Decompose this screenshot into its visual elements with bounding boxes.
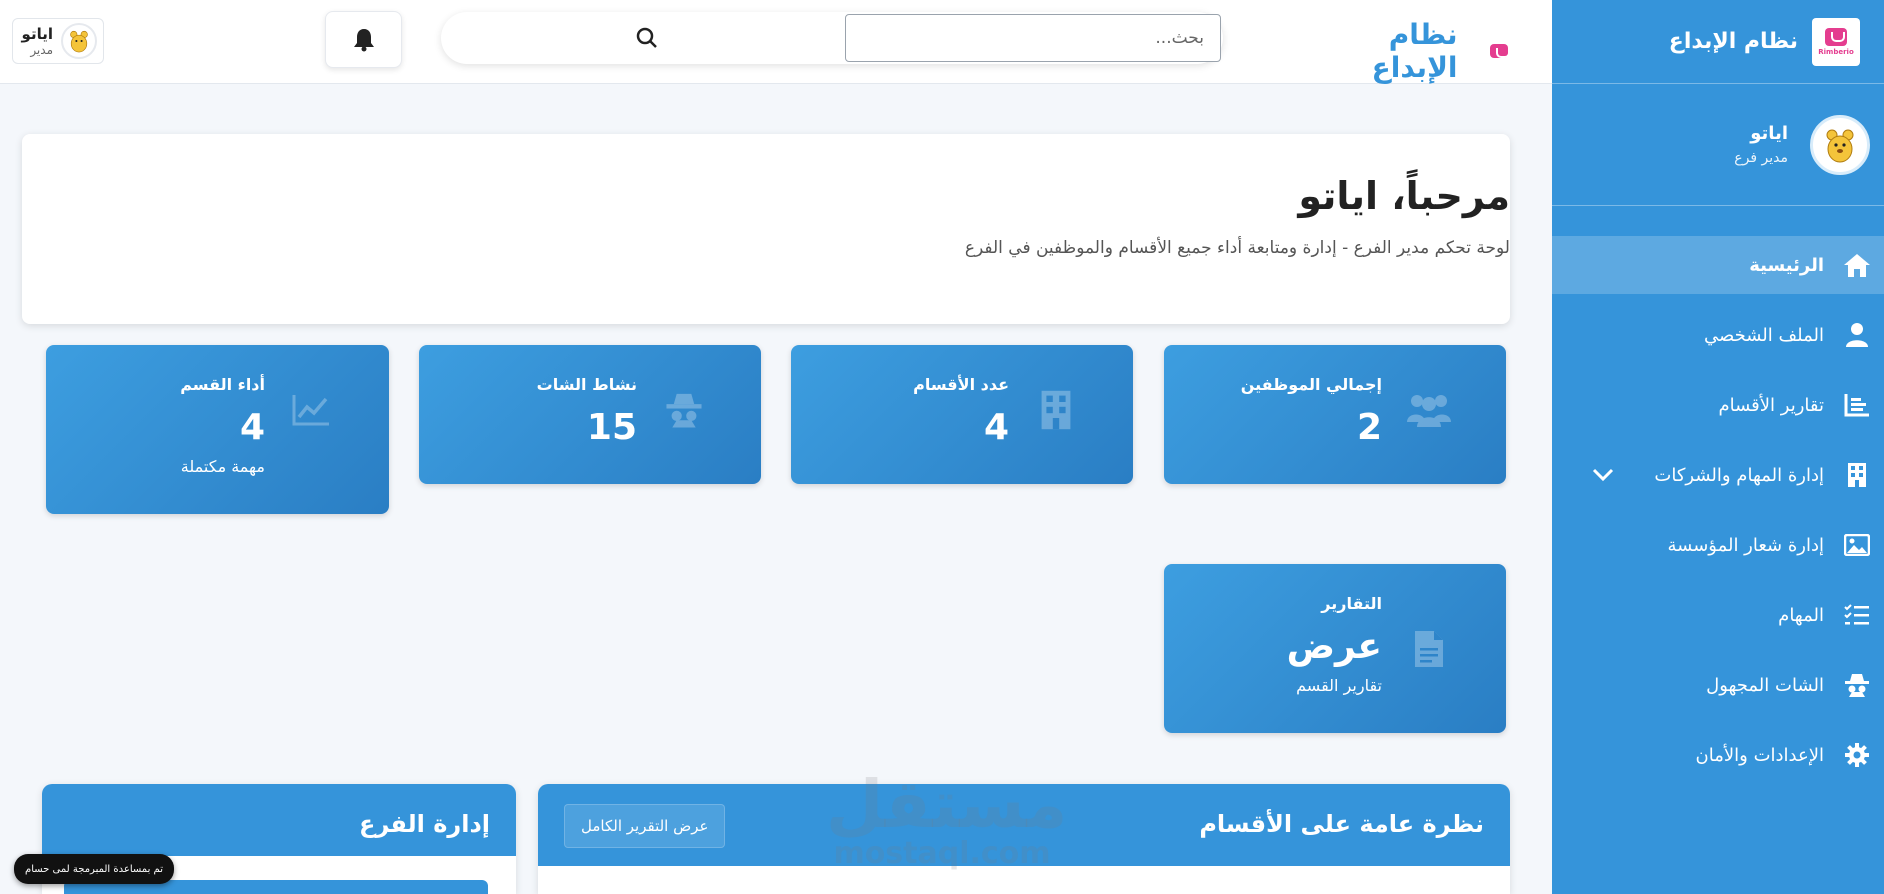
- stat-value: 4: [239, 407, 265, 448]
- view-full-report-button[interactable]: عرض التقرير الكامل: [564, 804, 726, 848]
- search-bar: [441, 12, 1223, 64]
- search-input[interactable]: [845, 14, 1221, 62]
- sidebar-item-label: إدارة شعار المؤسسة: [1667, 534, 1824, 556]
- sidebar-item-label: المهام: [1778, 604, 1824, 626]
- bell-icon: [353, 28, 374, 51]
- sidebar-brand-title: نظام الإبداع: [1668, 29, 1798, 54]
- sidebar-item-task-management[interactable]: إدارة المهام والشركات: [1552, 446, 1884, 504]
- gear-icon: [1842, 740, 1872, 770]
- stat-value: 15: [586, 407, 637, 448]
- stat-card-reports[interactable]: التقارير عرض تقارير القسم: [1164, 564, 1506, 733]
- incognito-icon: [1842, 670, 1872, 700]
- line-chart-icon: [286, 385, 336, 435]
- stat-label: إجمالي الموظفين: [1240, 375, 1382, 394]
- page-title: مرحباً، اياتو: [1298, 174, 1510, 218]
- incognito-icon: [659, 385, 709, 435]
- departments-overview-panel: نظرة عامة على الأقسام عرض التقرير الكامل: [538, 784, 1510, 894]
- stat-card-chat-activity[interactable]: نشاط الشات 15: [419, 345, 761, 484]
- stat-label: عدد الأقسام: [913, 375, 1009, 394]
- stat-card-employees[interactable]: إجمالي الموظفين 2: [1164, 345, 1506, 484]
- stat-sub: تقارير القسم: [1296, 676, 1382, 695]
- cart-logo-icon: [1825, 27, 1847, 46]
- users-icon: [1404, 385, 1454, 435]
- credit-toast: تم بمساعدة المبرمجة لمى حسام: [14, 854, 174, 884]
- stat-label: التقارير: [1321, 594, 1382, 613]
- sidebar-item-label: الرئيسية: [1749, 254, 1824, 276]
- cart-logo-icon: [1489, 44, 1510, 58]
- bear-avatar-icon: [70, 30, 88, 53]
- sidebar-user-name: اياتو: [1750, 123, 1788, 144]
- sidebar-user: اياتو مدير فرع: [1552, 84, 1884, 206]
- topbar-profile[interactable]: اياتو مدير: [12, 18, 104, 64]
- sidebar-item-label: الشات المجهول: [1706, 674, 1824, 696]
- building-icon: [1842, 460, 1872, 490]
- topbar: اياتو مدير نظام الإبداع: [0, 0, 1552, 84]
- sidebar-item-home[interactable]: الرئيسية: [1552, 236, 1884, 294]
- panel-header: نظرة عامة على الأقسام عرض التقرير الكامل: [538, 784, 1510, 866]
- sidebar-item-anonymous-chat[interactable]: الشات المجهول: [1552, 656, 1884, 714]
- topbar-user-role: مدير: [30, 43, 53, 57]
- sidebar: Rimberio نظام الإبداع اياتو مدير فرع الر…: [1552, 0, 1884, 894]
- tasks-icon: [1842, 600, 1872, 630]
- chevron-down-icon[interactable]: [1592, 466, 1614, 487]
- sidebar-item-label: تقارير الأقسام: [1718, 394, 1824, 416]
- notifications-button[interactable]: [325, 11, 402, 68]
- stat-value: عرض: [1286, 626, 1382, 667]
- sidebar-item-department-reports[interactable]: تقارير الأقسام: [1552, 376, 1884, 434]
- panel-header: إدارة الفرع: [42, 784, 516, 856]
- stat-value: 2: [1356, 407, 1382, 448]
- stat-card-performance[interactable]: أداء القسم 4 مهمة مكتملة: [46, 345, 389, 514]
- panel-title: إدارة الفرع: [359, 810, 490, 838]
- sidebar-item-logo-management[interactable]: إدارة شعار المؤسسة: [1552, 516, 1884, 574]
- file-icon: [1404, 624, 1454, 674]
- topbar-brand-title: نظام الإبداع: [1371, 18, 1458, 84]
- panel-title: نظرة عامة على الأقسام: [1199, 810, 1484, 838]
- search-icon[interactable]: [636, 27, 658, 53]
- stat-label: نشاط الشات: [536, 375, 637, 394]
- sidebar-item-settings[interactable]: الإعدادات والأمان: [1552, 726, 1884, 784]
- avatar[interactable]: [1810, 114, 1870, 175]
- sidebar-item-label: إدارة المهام والشركات: [1654, 464, 1824, 486]
- stat-sub: مهمة مكتملة: [180, 457, 265, 476]
- page-subtitle: لوحة تحكم مدير الفرع - إدارة ومتابعة أدا…: [964, 238, 1510, 258]
- sidebar-item-label: الإعدادات والأمان: [1695, 744, 1824, 766]
- brand-logo: [1481, 33, 1516, 69]
- user-icon: [1842, 320, 1872, 350]
- image-icon: [1842, 530, 1872, 560]
- welcome-card: مرحباً، اياتو لوحة تحكم مدير الفرع - إدا…: [22, 134, 1510, 324]
- sidebar-brand: Rimberio نظام الإبداع: [1552, 0, 1884, 84]
- sidebar-item-profile[interactable]: الملف الشخصي: [1552, 306, 1884, 364]
- stat-label: أداء القسم: [180, 375, 265, 394]
- bear-avatar-icon: [1826, 129, 1854, 162]
- sidebar-item-label: الملف الشخصي: [1704, 324, 1824, 346]
- sidebar-nav: الرئيسية الملف الشخصي تقارير الأقسام إدا…: [1552, 236, 1884, 784]
- sidebar-item-tasks[interactable]: المهام: [1552, 586, 1884, 644]
- brand-logo: Rimberio: [1812, 17, 1860, 66]
- stat-value: 4: [983, 407, 1009, 448]
- chart-icon: [1842, 390, 1872, 420]
- sidebar-user-role: مدير فرع: [1734, 150, 1788, 166]
- avatar: [61, 23, 97, 59]
- home-icon: [1842, 250, 1872, 280]
- topbar-brand[interactable]: نظام الإبداع: [1300, 18, 1516, 84]
- topbar-user-name: اياتو: [21, 25, 53, 43]
- logo-text: Rimberio: [1818, 47, 1854, 56]
- stat-card-departments[interactable]: عدد الأقسام 4: [791, 345, 1133, 484]
- building-icon: [1031, 385, 1081, 435]
